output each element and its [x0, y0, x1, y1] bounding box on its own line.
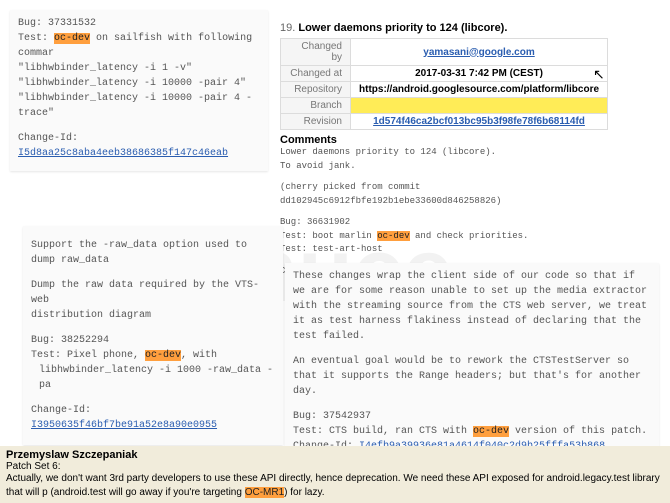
- commit-title: Lower daemons priority to 124 (libcore).: [298, 22, 507, 34]
- test-suffix: , with: [181, 350, 217, 361]
- changed-at-value: 2017-03-31 7:42 PM (CEST): [415, 68, 543, 79]
- desc-line: Dump the raw data required by the VTS-we…: [31, 278, 275, 308]
- bug-line: Bug: 37542937: [293, 409, 651, 424]
- change-id-link[interactable]: I3950635f46bf7be91a52e8a90e0955: [31, 420, 217, 431]
- test-prefix: Test: CTS build, ran CTS with: [293, 426, 473, 437]
- commit-card-1: Bug: 37331532 Test: oc-dev on sailfish w…: [10, 10, 268, 171]
- desc-paragraph: An eventual goal would be to rework the …: [293, 354, 651, 399]
- mouse-cursor-icon: ↖: [593, 66, 605, 83]
- cmd-line: "libhwbinder_latency -i 10000 -pair 4 -t…: [18, 91, 260, 121]
- repo-value: https://android.googlesource.com/platfor…: [359, 84, 599, 95]
- change-id-label: Change-Id:: [18, 133, 78, 144]
- comments-heading: Comments: [280, 134, 615, 146]
- test-prefix: Test: Pixel phone,: [31, 350, 145, 361]
- highlight-oc-mr1: OC-MR1: [245, 487, 284, 498]
- metadata-table: Changed by yamasani@google.com Changed at…: [280, 38, 608, 130]
- commit-card-2: Support the -raw_data option used to dum…: [23, 226, 283, 445]
- test-suffix: version of this patch.: [509, 426, 647, 437]
- field-label: Revision: [281, 114, 351, 130]
- highlight-oc-dev: oc-dev: [145, 350, 181, 361]
- field-label: Changed by: [281, 39, 351, 66]
- comment-line: (cherry picked from commit dd102945c6912…: [280, 181, 615, 208]
- bug-id: 37331532: [48, 18, 96, 29]
- test-line: Test: test-art-host: [280, 243, 615, 257]
- desc-line: distribution diagram: [31, 308, 275, 323]
- desc-paragraph: These changes wrap the client side of ou…: [293, 269, 651, 344]
- highlight-oc-dev: oc-dev: [473, 426, 509, 437]
- field-label: Repository: [281, 82, 351, 98]
- field-label: Changed at: [281, 66, 351, 82]
- field-label: Branch: [281, 98, 351, 114]
- patch-set-label: Patch Set 6:: [6, 461, 664, 472]
- commit-detail-panel: 19. Lower daemons priority to 124 (libco…: [280, 22, 615, 278]
- list-number: 19.: [280, 22, 295, 34]
- comment-suffix: ) for lazy.: [284, 487, 324, 498]
- cmd-line: libhwbinder_latency -i 1000 -raw_data -p…: [31, 363, 275, 393]
- reviewer-name: Przemyslaw Szczepaniak: [6, 449, 664, 461]
- review-comment-footer: Przemyslaw Szczepaniak Patch Set 6: Actu…: [0, 446, 670, 503]
- comment-line: Lower daemons priority to 124 (libcore).: [280, 146, 615, 160]
- highlight-oc-dev: oc-dev: [377, 231, 409, 241]
- comment-text: Actually, we don't want 3rd party develo…: [6, 473, 660, 498]
- test-suffix: and check priorities.: [410, 231, 529, 241]
- change-id-label: Change-Id:: [31, 405, 91, 416]
- cmd-line: "libhwbinder_latency -i 1 -v": [18, 61, 260, 76]
- change-id-link[interactable]: I5d8aa25c8aba4eeb38686385f147c46eab: [18, 148, 228, 159]
- highlight-oc-dev: oc-dev: [54, 33, 90, 44]
- branch-value: [351, 98, 608, 114]
- bug-line: Bug: 38252294: [31, 333, 275, 348]
- test-prefix: Test: boot marlin: [280, 231, 377, 241]
- desc-line: Support the -raw_data option used to dum…: [31, 238, 275, 268]
- bug-line: Bug: 36631902: [280, 216, 615, 230]
- cmd-line: "libhwbinder_latency -i 10000 -pair 4": [18, 76, 260, 91]
- comment-line: To avoid jank.: [280, 160, 615, 174]
- changed-by-link[interactable]: yamasani@google.com: [423, 47, 534, 58]
- test-label: Test:: [18, 33, 48, 44]
- revision-link[interactable]: 1d574f46ca2bcf013bc95b3f98fe78f6b68114fd: [373, 116, 585, 127]
- bug-label: Bug:: [18, 18, 48, 29]
